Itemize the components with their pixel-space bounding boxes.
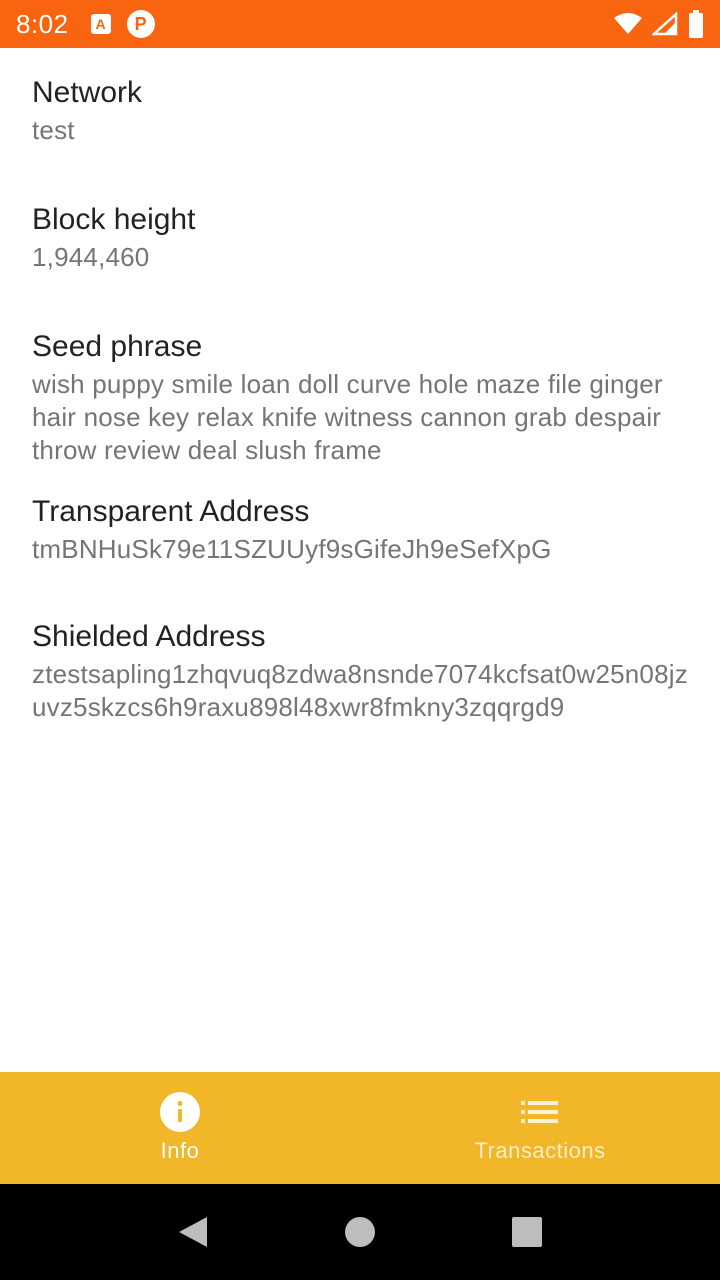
nav-tab-transactions[interactable]: Transactions xyxy=(360,1072,720,1184)
status-time: 8:02 xyxy=(16,8,69,39)
info-icon xyxy=(160,1092,200,1132)
status-bar: 8:02 A P xyxy=(0,0,720,48)
shielded-address-label: Shielded Address xyxy=(32,620,266,653)
info-content: Network test Block height 1,944,460 Seed… xyxy=(32,48,688,724)
nav-tab-transactions-label: Transactions xyxy=(474,1138,606,1163)
seed-phrase-section: Seed phrase wish puppy smile loan doll c… xyxy=(32,328,688,467)
system-navigation-bar xyxy=(0,1184,720,1280)
notification-icons: A P xyxy=(90,10,155,38)
network-label: Network xyxy=(32,76,143,109)
network-section: Network test xyxy=(32,74,688,147)
a-notification-icon: A xyxy=(90,14,111,34)
block-height-section: Block height 1,944,460 xyxy=(32,201,688,274)
transparent-address-value[interactable]: tmBNHuSk79e11SZUUyf9sGifeJh9eSefXpG xyxy=(32,533,688,566)
transparent-address-section: Transparent Address tmBNHuSk79e11SZUUyf9… xyxy=(32,493,688,566)
transparent-address-label: Transparent Address xyxy=(32,495,310,528)
block-height-value: 1,944,460 xyxy=(32,242,150,272)
list-icon xyxy=(520,1092,560,1132)
nav-tab-info-label: Info xyxy=(160,1138,200,1163)
battery-icon xyxy=(689,10,703,38)
block-height-label: Block height xyxy=(32,203,196,236)
back-icon[interactable] xyxy=(173,1212,213,1252)
wifi-icon xyxy=(614,13,642,34)
status-indicators xyxy=(614,10,704,38)
signal-icon xyxy=(652,12,678,36)
home-icon[interactable] xyxy=(340,1212,380,1252)
shielded-address-value[interactable]: ztestsapling1zhqvuq8zdwa8nsnde7074kcfsat… xyxy=(32,658,688,724)
seed-phrase-value: wish puppy smile loan doll curve hole ma… xyxy=(32,369,663,465)
recents-icon[interactable] xyxy=(507,1212,547,1252)
shielded-address-section: Shielded Address ztestsapling1zhqvuq8zdw… xyxy=(32,618,688,724)
seed-phrase-label: Seed phrase xyxy=(32,330,203,363)
nav-tab-info[interactable]: Info xyxy=(0,1072,360,1184)
network-value: test xyxy=(32,115,75,145)
bottom-navigation: Info Transactions xyxy=(0,1072,720,1184)
p-notification-icon: P xyxy=(126,10,155,38)
